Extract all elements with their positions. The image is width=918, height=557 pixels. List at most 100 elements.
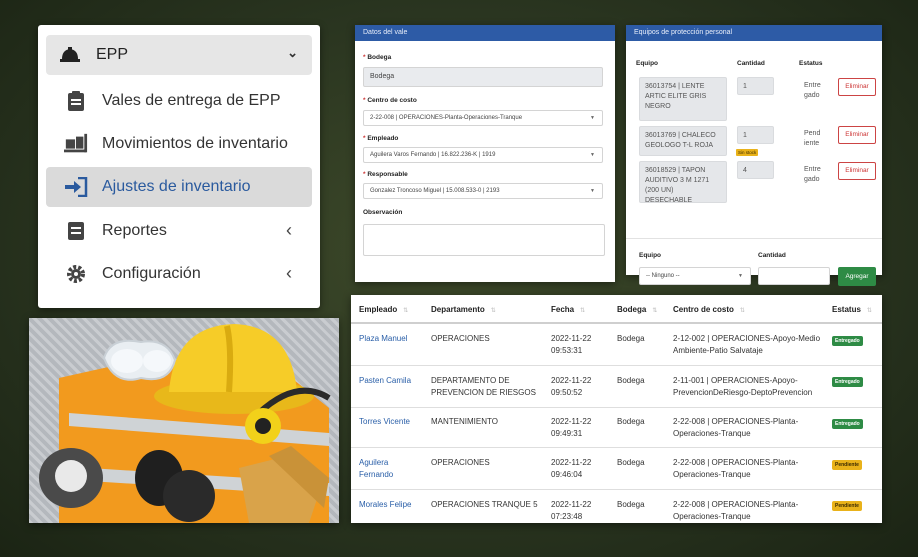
delete-button[interactable]: Eliminar [838,126,876,144]
row-divider [351,489,882,490]
sort-icon: ⇅ [490,308,496,314]
menu-item-label: Movimientos de inventario [102,135,288,152]
report-icon [64,220,88,242]
cost-center-cell: 2-12-002 | OPERACIONES-Apoyo-Medio Ambien… [673,334,821,355]
date-cell: 2022-11-22 09:50:52 [551,376,592,397]
responsable-select[interactable]: Gonzalez Troncoso Miguel | 15.008.533-0 … [363,183,603,199]
chevron-down-icon: ▼ [738,273,743,279]
status-badge: Entregado [832,377,863,387]
employee-link[interactable]: Plaza Manuel [359,333,407,345]
menu-group-label: EPP [96,46,129,63]
warehouse-cell: Bodega [617,376,645,385]
observacion-textarea[interactable] [363,224,605,256]
ppe-photo-illustration [39,324,331,523]
no-stock-badge: Sin stock [736,149,759,156]
status-badge: Pendiente [832,460,862,470]
equipment-item: 36013754 | LENTE ARTIC ELITE GRIS NEGRO [639,77,727,121]
hard-hat-icon [58,44,82,66]
centro-costo-select[interactable]: 2-22-008 | OPERACIONES-Planta-Operacione… [363,110,603,126]
date-cell: 2022-11-22 07:23:48 [551,500,592,521]
col-departamento-header[interactable]: Departamento ⇅ [431,305,496,314]
warehouse-cell: Bodega [617,458,645,467]
col-centro-header[interactable]: Centro de costo ⇅ [673,305,745,314]
add-button[interactable]: Agregar [838,267,876,286]
cost-center-cell: 2-22-008 | OPERACIONES-Planta- Operacione… [673,500,799,521]
add-equipo-label: Equipo [639,252,662,259]
row-divider [351,365,882,366]
menu-item-ajustes[interactable]: Ajustes de inventario [46,167,312,207]
observacion-label: Observación [363,209,403,216]
department-cell: MANTENIMIENTO [431,417,498,426]
department-cell: OPERACIONES TRANQUE 5 [431,500,538,509]
equipment-panel: Equipos de protección personal Equipo Ca… [626,25,882,286]
empleado-select[interactable]: Aguilera Varos Fernando | 16.822.236-K |… [363,147,603,163]
sort-icon: ⇅ [403,308,409,314]
warehouse-cell: Bodega [617,417,645,426]
voucher-form-title: Datos del vale [355,25,615,41]
add-cantidad-input[interactable] [758,267,830,285]
divider [626,238,882,239]
chevron-down-icon: ⌄ [287,45,298,60]
department-cell: DEPARTAMENTO DE PREVENCION DE RIESGOS [431,376,536,397]
equipment-panel-title: Equipos de protección personal [626,25,882,41]
menu-item-label: Configuración [102,265,201,282]
status-badge: Entregado [832,336,863,346]
equipment-quantity: 1 [737,126,774,144]
chevron-down-icon: ▼ [590,115,595,121]
sort-icon: ⇅ [739,308,745,314]
delete-button[interactable]: Eliminar [838,162,876,180]
menu-group-epp[interactable]: EPP ⌄ [46,35,312,75]
col-empleado-header[interactable]: Empleado ⇅ [359,305,408,314]
clipboard-icon [64,90,88,112]
col-fecha-header[interactable]: Fecha ⇅ [551,305,585,314]
warehouse-cell: Bodega [617,334,645,343]
sidebar-menu: EPP ⌄ Vales de entrega de EPP Movimiento… [38,25,320,308]
menu-item-movimientos[interactable]: Movimientos de inventario [46,124,312,164]
date-cell: 2022-11-22 09:49:31 [551,417,592,438]
employee-link[interactable]: Pasten Camila [359,375,411,387]
employee-link[interactable]: Aguilera Fernando [359,457,393,481]
chevron-left-icon: ‹ [286,263,292,283]
cost-center-cell: 2-22-008 | OPERACIONES-Planta- Operacione… [673,417,799,438]
menu-item-label: Vales de entrega de EPP [102,92,281,109]
add-cantidad-label: Cantidad [758,252,786,259]
date-cell: 2022-11-22 09:53:31 [551,334,592,355]
status-badge: Entregado [832,419,863,429]
equipment-status: Entre gado [804,166,821,183]
delete-button[interactable]: Eliminar [838,78,876,96]
warehouse-cell: Bodega [617,500,645,509]
col-estatus-header[interactable]: Estatus ⇅ [832,305,872,314]
chevron-left-icon: ‹ [286,220,292,240]
department-cell: OPERACIONES [431,334,490,343]
date-cell: 2022-11-22 09:46:04 [551,458,592,479]
row-divider [351,407,882,408]
employee-link[interactable]: Morales Felipe [359,499,411,511]
menu-item-label: Reportes [102,222,167,239]
sign-in-arrow-icon [64,176,88,198]
vouchers-table: Empleado ⇅ Departamento ⇅ Fecha ⇅ Bodega ⇅ C… [351,295,882,523]
chevron-down-icon: ▼ [590,152,595,158]
menu-item-vales[interactable]: Vales de entrega de EPP [46,81,312,121]
sort-icon: ⇅ [866,308,872,314]
empleado-label: * Empleado [363,135,399,142]
equipment-status: Pend iente [804,130,821,147]
employee-link[interactable]: Torres Vicente [359,416,410,428]
chevron-down-icon: ▼ [590,188,595,194]
equipment-status: Entre gado [804,82,821,99]
sort-icon: ⇅ [580,308,586,314]
col-cantidad-header: Cantidad [737,60,765,67]
equipment-item: 36013769 | CHALECO GEOLOGO T-L ROJA [639,126,727,156]
col-bodega-header[interactable]: Bodega ⇅ [617,305,657,314]
equipment-quantity: 1 [737,77,774,95]
add-equipo-select[interactable]: -- Ninguno -- ▼ [639,267,751,285]
cost-center-cell: 2-22-008 | OPERACIONES-Planta- Operacione… [673,458,799,479]
centro-costo-label: * Centro de costo [363,97,417,104]
gear-icon [64,263,88,285]
status-badge: Pendiente [832,501,862,511]
menu-item-configuracion[interactable]: Configuración ‹ [46,254,312,294]
cost-center-cell: 2-11-001 | OPERACIONES-Apoyo- PrevencionD… [673,376,813,397]
menu-item-reportes[interactable]: Reportes ‹ [46,211,312,251]
menu-item-label: Ajustes de inventario [102,178,251,195]
col-equipo-header: Equipo [636,60,659,67]
responsable-label: * Responsable [363,171,408,178]
